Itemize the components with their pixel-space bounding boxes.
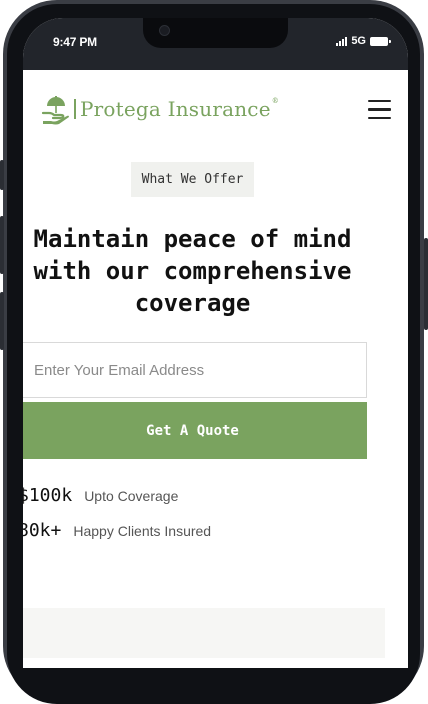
logo-separator [74,99,76,119]
umbrella-hand-icon [41,96,69,125]
hero-headline: Maintain peace of mind with our comprehe… [33,225,352,317]
stat-label: Happy Clients Insured [73,523,212,539]
phone-screen: 9:47 PM 5G Protega Insurance ® What We O… [23,18,408,668]
brand-logo[interactable]: Protega Insurance ® [41,93,279,125]
next-section [23,608,385,658]
status-bar: 9:47 PM 5G [23,18,408,70]
front-camera-icon [159,25,170,36]
section-eyebrow: What We Offer [131,162,254,197]
get-quote-button[interactable]: Get A Quote [23,402,367,459]
battery-icon [370,36,391,46]
status-indicators: 5G [336,35,391,47]
site-header: Protega Insurance ® [23,70,408,148]
hamburger-menu-icon[interactable] [368,100,391,119]
notch [143,18,288,48]
stat-value: $100k [23,485,73,506]
silent-switch [0,160,4,190]
stat-label: Upto Coverage [84,488,179,504]
network-type: 5G [351,35,366,47]
volume-up-button [0,216,4,274]
registered-mark: ® [271,97,279,105]
power-button [424,238,428,330]
email-field[interactable] [23,342,367,398]
status-time: 9:47 PM [53,35,97,49]
volume-down-button [0,292,4,350]
brand-name: Protega Insurance [80,97,271,121]
stat-coverage: $100k Upto Coverage [23,485,178,506]
stat-value: 80k+ [23,520,62,541]
cellular-signal-icon [336,36,348,46]
stat-clients: 80k+ Happy Clients Insured [23,520,211,541]
